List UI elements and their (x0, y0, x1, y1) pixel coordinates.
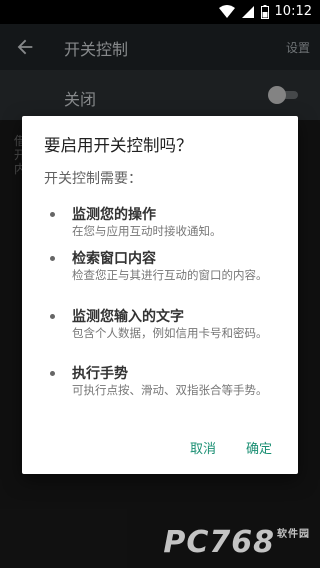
bullet-dot (50, 314, 55, 319)
battery-icon (260, 4, 269, 19)
permission-desc: 在您与应用互动时接收通知。 (72, 224, 222, 238)
permission-desc: 可执行点按、滑动、双指张合等手势。 (72, 383, 268, 397)
status-icons: 10:12 (218, 4, 312, 19)
permission-desc: 包含个人数据，例如信用卡号和密码。 (72, 326, 268, 340)
bullet-dot (50, 256, 55, 261)
permission-desc: 检查您正与其进行互动的窗口的内容。 (72, 268, 268, 282)
status-bar: 10:12 (0, 0, 320, 24)
permission-title: 执行手势 (72, 366, 128, 382)
confirm-button[interactable]: 确定 (246, 438, 272, 457)
signal-icon (241, 5, 254, 18)
bullet-dot (50, 371, 55, 376)
bullet-dot (50, 212, 55, 217)
dialog-subtitle: 开关控制需要： (44, 171, 142, 187)
dialog-title: 要启用开关控制吗？ (44, 136, 193, 155)
watermark-suffix: 软件园 (277, 529, 310, 540)
permission-title: 监测您的操作 (72, 207, 156, 223)
cancel-button[interactable]: 取消 (190, 438, 216, 457)
enable-switch-access-dialog: 要启用开关控制吗？ 开关控制需要： 监测您的操作 在您与应用互动时接收通知。 检… (22, 116, 298, 474)
watermark-logo: PC768 软件园 (163, 525, 310, 560)
watermark-text: PC768 (163, 525, 275, 560)
status-time: 10:12 (274, 4, 312, 19)
permission-title: 监测您输入的文字 (72, 309, 184, 325)
permission-title: 检索窗口内容 (72, 251, 156, 267)
wifi-icon (218, 4, 235, 18)
